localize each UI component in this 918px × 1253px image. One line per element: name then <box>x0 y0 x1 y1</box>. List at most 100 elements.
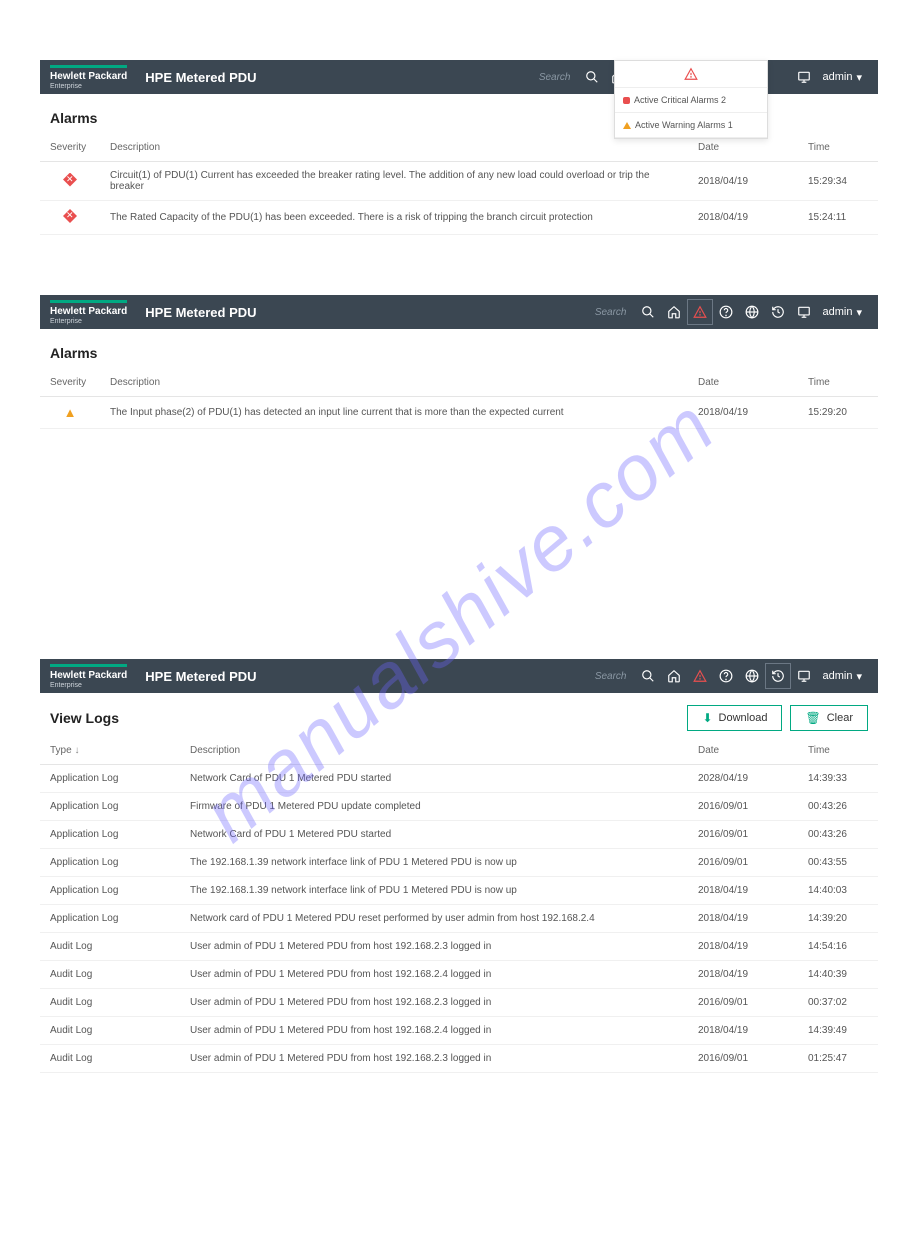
cell-description: User admin of PDU 1 Metered PDU from hos… <box>180 961 688 989</box>
cell-time: 14:40:03 <box>798 877 878 905</box>
cell-time: 00:43:55 <box>798 849 878 877</box>
table-row[interactable]: Audit LogUser admin of PDU 1 Metered PDU… <box>40 1045 878 1073</box>
cell-description: Firmware of PDU 1 Metered PDU update com… <box>180 793 688 821</box>
table-row[interactable]: Application LogFirmware of PDU 1 Metered… <box>40 793 878 821</box>
search-icon[interactable] <box>635 299 661 325</box>
chevron-down-icon: ▾ <box>856 306 862 319</box>
alarm-warning-row[interactable]: Active Warning Alarms 1 <box>615 113 767 138</box>
table-row[interactable]: ▲ The Input phase(2) of PDU(1) has detect… <box>40 397 878 429</box>
alert-icon[interactable] <box>687 299 713 325</box>
table-row[interactable]: Circuit(1) of PDU(1) Current has exceede… <box>40 162 878 201</box>
warning-dot-icon <box>623 122 631 129</box>
warning-label: Active Warning Alarms 1 <box>635 120 733 130</box>
table-row[interactable]: Audit LogUser admin of PDU 1 Metered PDU… <box>40 961 878 989</box>
cell-date: 2018/04/19 <box>688 877 798 905</box>
col-description[interactable]: Description <box>100 369 688 397</box>
cell-type: Application Log <box>40 765 180 793</box>
app-header: Hewlett Packard Enterprise HPE Metered P… <box>40 295 878 329</box>
history-icon[interactable] <box>765 299 791 325</box>
col-time[interactable]: Time <box>798 737 878 765</box>
warning-icon: ▲ <box>64 405 77 420</box>
globe-icon[interactable] <box>739 663 765 689</box>
product-title: HPE Metered PDU <box>145 669 256 684</box>
user-menu[interactable]: admin ▾ <box>817 670 869 683</box>
globe-icon[interactable] <box>739 299 765 325</box>
cell-time: 14:39:20 <box>798 905 878 933</box>
product-title: HPE Metered PDU <box>145 70 256 85</box>
cell-time: 00:43:26 <box>798 821 878 849</box>
cell-time: 15:29:20 <box>798 397 878 429</box>
col-description[interactable]: Description <box>180 737 688 765</box>
download-button[interactable]: ⬇ Download <box>687 705 782 731</box>
chevron-down-icon: ▾ <box>856 670 862 683</box>
display-icon[interactable] <box>791 299 817 325</box>
table-row[interactable]: The Rated Capacity of the PDU(1) has bee… <box>40 201 878 235</box>
col-description[interactable]: Description <box>100 134 688 162</box>
critical-dot-icon <box>623 97 630 104</box>
user-menu[interactable]: admin ▾ <box>817 306 869 319</box>
brand-line1: Hewlett Packard <box>50 671 127 681</box>
col-time[interactable]: Time <box>798 369 878 397</box>
chevron-down-icon: ▾ <box>856 71 862 84</box>
cell-time: 00:43:26 <box>798 793 878 821</box>
search-input[interactable]: Search <box>539 72 571 83</box>
cell-type: Audit Log <box>40 933 180 961</box>
table-row[interactable]: Application LogNetwork card of PDU 1 Met… <box>40 905 878 933</box>
table-row[interactable]: Audit LogUser admin of PDU 1 Metered PDU… <box>40 989 878 1017</box>
table-row[interactable]: Application LogNetwork Card of PDU 1 Met… <box>40 821 878 849</box>
cell-description: User admin of PDU 1 Metered PDU from hos… <box>180 989 688 1017</box>
cell-time: 15:24:11 <box>798 201 878 235</box>
table-row[interactable]: Application LogThe 192.168.1.39 network … <box>40 849 878 877</box>
alert-icon[interactable] <box>687 663 713 689</box>
home-icon[interactable] <box>661 299 687 325</box>
search-icon[interactable] <box>635 663 661 689</box>
col-severity[interactable]: Severity <box>40 134 100 162</box>
cell-type: Audit Log <box>40 1045 180 1073</box>
cell-description: User admin of PDU 1 Metered PDU from hos… <box>180 933 688 961</box>
user-label: admin <box>823 306 853 318</box>
history-icon[interactable] <box>765 663 791 689</box>
clear-icon: 🗑 <box>805 711 820 725</box>
clear-button[interactable]: 🗑 Clear <box>790 705 868 731</box>
header-icons <box>635 299 817 325</box>
brand-logo: Hewlett Packard Enterprise <box>50 300 127 325</box>
cell-description: The Input phase(2) of PDU(1) has detecte… <box>100 397 688 429</box>
display-icon[interactable] <box>791 663 817 689</box>
brand-line1: Hewlett Packard <box>50 307 127 317</box>
col-date[interactable]: Date <box>688 737 798 765</box>
search-input[interactable]: Search <box>595 671 627 682</box>
alarm-critical-row[interactable]: Active Critical Alarms 2 <box>615 88 767 113</box>
col-type[interactable]: Type <box>40 737 180 765</box>
cell-date: 2018/04/19 <box>688 1017 798 1045</box>
cell-time: 14:39:49 <box>798 1017 878 1045</box>
home-icon[interactable] <box>661 663 687 689</box>
col-date[interactable]: Date <box>688 369 798 397</box>
col-time[interactable]: Time <box>798 134 878 162</box>
table-row[interactable]: Audit LogUser admin of PDU 1 Metered PDU… <box>40 933 878 961</box>
cell-type: Application Log <box>40 821 180 849</box>
header-icons <box>635 663 817 689</box>
table-row[interactable]: Application LogNetwork Card of PDU 1 Met… <box>40 765 878 793</box>
cell-description: Network Card of PDU 1 Metered PDU starte… <box>180 765 688 793</box>
alarm-dropdown: Active Critical Alarms 2 Active Warning … <box>614 60 768 139</box>
display-icon[interactable] <box>791 64 817 90</box>
cell-date: 2016/09/01 <box>688 989 798 1017</box>
search-icon[interactable] <box>579 64 605 90</box>
clear-label: Clear <box>827 712 853 724</box>
help-icon[interactable] <box>713 663 739 689</box>
table-row[interactable]: Audit LogUser admin of PDU 1 Metered PDU… <box>40 1017 878 1045</box>
search-input[interactable]: Search <box>595 307 627 318</box>
brand-line2: Enterprise <box>50 682 127 689</box>
cell-time: 00:37:02 <box>798 989 878 1017</box>
cell-date: 2016/09/01 <box>688 849 798 877</box>
help-icon[interactable] <box>713 299 739 325</box>
critical-icon <box>63 209 77 223</box>
cell-date: 2018/04/19 <box>688 961 798 989</box>
user-menu[interactable]: admin ▾ <box>817 71 869 84</box>
cell-date: 2028/04/19 <box>688 765 798 793</box>
table-row[interactable]: Application LogThe 192.168.1.39 network … <box>40 877 878 905</box>
alarms-table: Severity Description Date Time ▲ The Inpu… <box>40 369 878 429</box>
col-severity[interactable]: Severity <box>40 369 100 397</box>
user-label: admin <box>823 670 853 682</box>
cell-time: 14:39:33 <box>798 765 878 793</box>
